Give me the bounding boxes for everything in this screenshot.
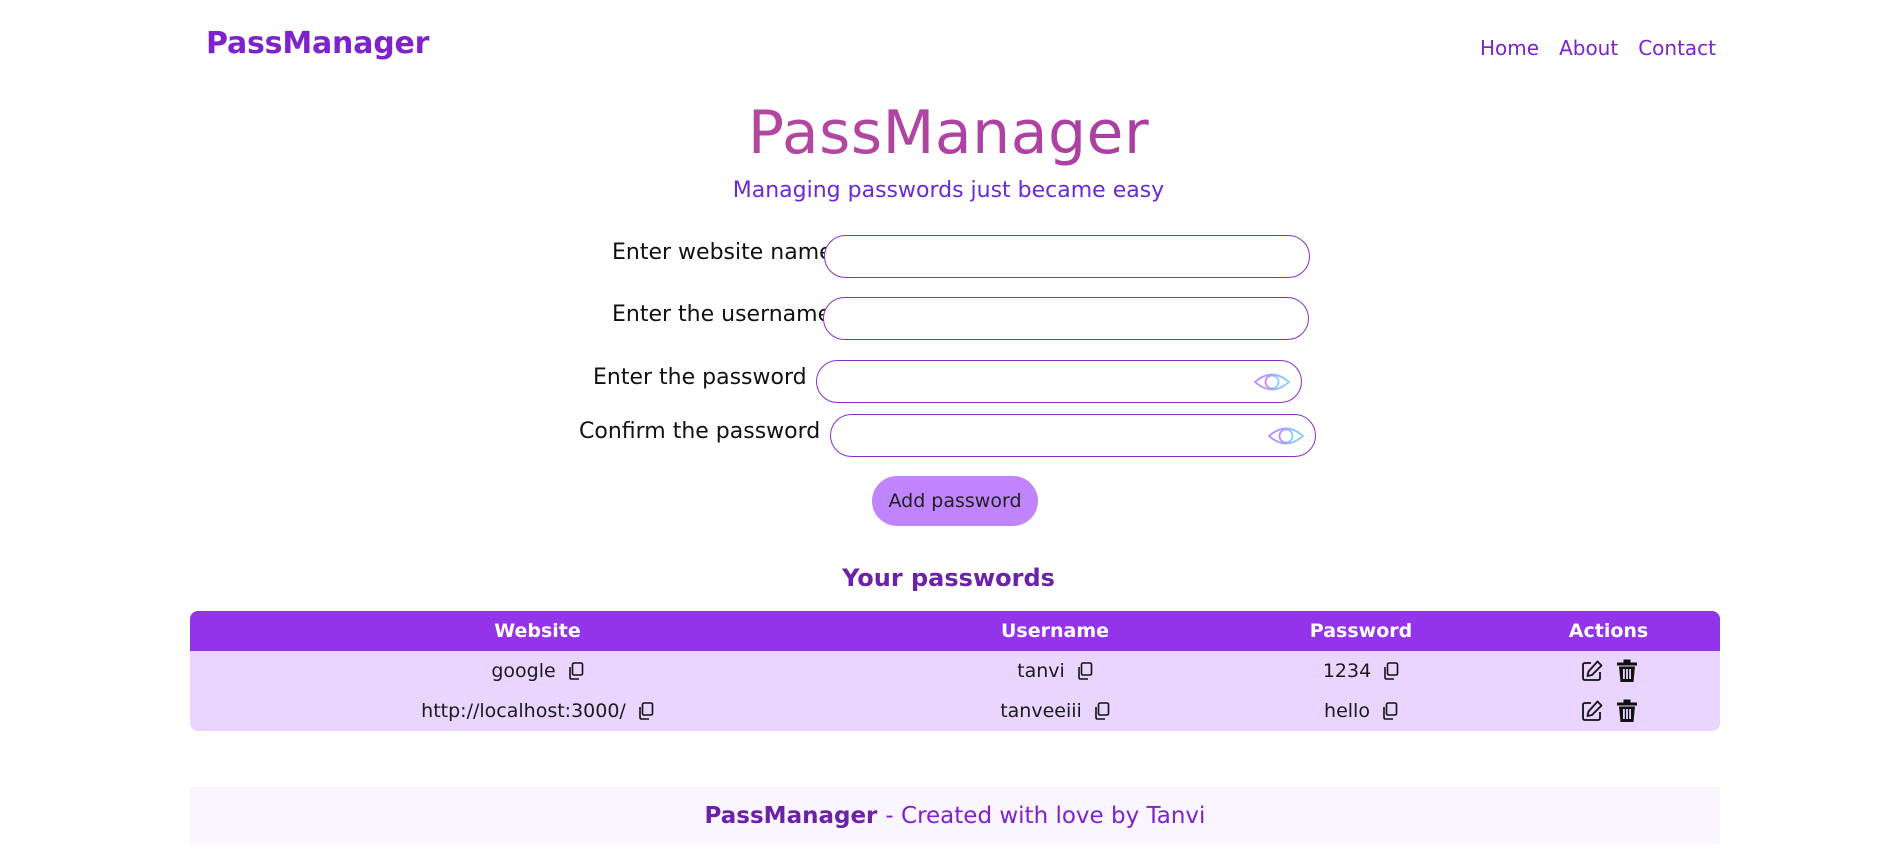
- nav-links: Home About Contact: [1480, 36, 1716, 60]
- navbar: PassManager Home About Contact: [0, 0, 1897, 95]
- password-input[interactable]: [817, 361, 1301, 402]
- cell-password: hello: [1225, 700, 1497, 722]
- username-text: tanveeiii: [1000, 700, 1082, 722]
- copy-icon[interactable]: [1077, 662, 1093, 680]
- copy-icon[interactable]: [568, 662, 584, 680]
- website-text: google: [491, 660, 556, 682]
- eye-icon[interactable]: [1253, 369, 1291, 395]
- password-text: 1234: [1322, 660, 1372, 682]
- confirm-label: Confirm the password: [579, 419, 821, 444]
- header-username: Username: [1000, 620, 1110, 642]
- nav-brand[interactable]: PassManager: [206, 26, 429, 61]
- cell-actions: [1497, 659, 1720, 683]
- table-header: Website Username Password Actions: [190, 611, 1720, 651]
- cell-username: tanveeiii: [885, 700, 1225, 722]
- footer-text: - Created with love by Tanvi: [885, 802, 1206, 829]
- copy-icon[interactable]: [1094, 702, 1110, 720]
- website-field-wrap: [824, 235, 1310, 278]
- hero-subtitle: Managing passwords just became easy: [732, 178, 1165, 203]
- add-password-button[interactable]: Add password: [872, 476, 1038, 526]
- copy-icon[interactable]: [638, 702, 654, 720]
- header-website: Website: [494, 620, 581, 642]
- website-text: http://localhost:3000/: [421, 700, 626, 722]
- nav-link-home[interactable]: Home: [1480, 36, 1539, 60]
- table-row: http://localhost:3000/ tanveeiii hello: [190, 691, 1720, 731]
- table-row: google tanvi 1234: [190, 651, 1720, 691]
- confirm-field-wrap: [830, 414, 1316, 457]
- cell-website: http://localhost:3000/: [190, 700, 885, 722]
- password-label: Enter the password: [593, 365, 807, 390]
- username-field-wrap: [823, 297, 1309, 340]
- password-field-wrap: [816, 360, 1302, 403]
- header-password: Password: [1309, 620, 1413, 642]
- cell-password: 1234: [1225, 660, 1497, 682]
- confirm-input[interactable]: [831, 415, 1315, 456]
- website-input[interactable]: [825, 236, 1309, 277]
- trash-icon[interactable]: [1616, 699, 1638, 723]
- cell-actions: [1497, 699, 1720, 723]
- copy-icon[interactable]: [1383, 662, 1399, 680]
- nav-link-contact[interactable]: Contact: [1638, 36, 1716, 60]
- website-label: Enter website name: [612, 240, 833, 265]
- cell-website: google: [190, 660, 885, 682]
- edit-icon[interactable]: [1580, 659, 1604, 683]
- trash-icon[interactable]: [1616, 659, 1638, 683]
- edit-icon[interactable]: [1580, 699, 1604, 723]
- eye-icon[interactable]: [1267, 423, 1305, 449]
- cell-username: tanvi: [885, 660, 1225, 682]
- username-text: tanvi: [1017, 660, 1065, 682]
- nav-link-about[interactable]: About: [1559, 36, 1618, 60]
- username-label: Enter the username: [612, 302, 832, 327]
- hero-title: PassManager: [0, 98, 1897, 168]
- footer-brand: PassManager: [704, 802, 878, 829]
- footer: PassManager - Created with love by Tanvi: [190, 787, 1720, 844]
- header-actions: Actions: [1568, 620, 1649, 642]
- copy-icon[interactable]: [1382, 702, 1398, 720]
- username-input[interactable]: [824, 298, 1308, 339]
- password-text: hello: [1324, 700, 1370, 722]
- passwords-section-title: Your passwords: [842, 564, 1055, 592]
- passwords-table: Website Username Password Actions google…: [190, 611, 1720, 731]
